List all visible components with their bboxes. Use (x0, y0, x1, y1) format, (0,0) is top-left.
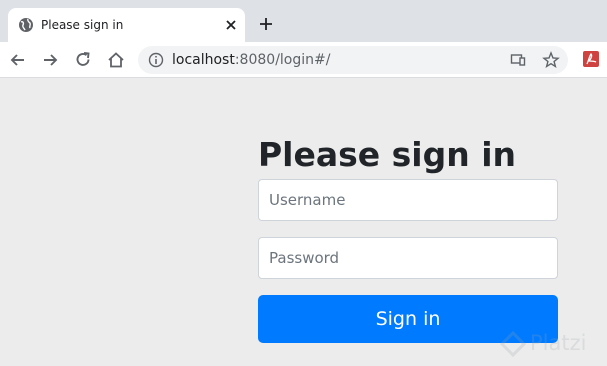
star-icon[interactable] (542, 51, 560, 69)
password-input[interactable] (258, 237, 558, 279)
watermark-text: Platzi (530, 331, 587, 355)
url-text[interactable]: localhost:8080/login#/ (172, 51, 330, 69)
url-path: :8080/login#/ (234, 52, 331, 68)
info-icon[interactable] (148, 52, 164, 68)
home-button[interactable] (106, 50, 126, 70)
watermark: Platzi (500, 329, 600, 359)
tab-title: Please sign in (41, 18, 124, 32)
new-tab-button[interactable] (257, 15, 275, 33)
reload-button[interactable] (73, 50, 93, 70)
username-input[interactable] (258, 179, 558, 221)
back-button[interactable] (8, 50, 28, 70)
browser-tab[interactable]: Please sign in (8, 8, 245, 42)
cast-icon[interactable] (510, 52, 526, 68)
pdf-extension-icon[interactable] (582, 50, 600, 68)
browser-toolbar: localhost:8080/login#/ (0, 42, 607, 78)
tab-strip: Please sign in (0, 0, 607, 42)
globe-icon (19, 18, 33, 32)
close-icon[interactable] (222, 16, 240, 34)
page-content: Please sign in Sign in Platzi (0, 79, 607, 366)
platzi-logo-icon (500, 331, 526, 357)
page-title: Please sign in (258, 135, 517, 174)
url-host: localhost (172, 52, 235, 68)
address-bar[interactable]: localhost:8080/login#/ (138, 46, 568, 74)
forward-button[interactable] (40, 50, 60, 70)
